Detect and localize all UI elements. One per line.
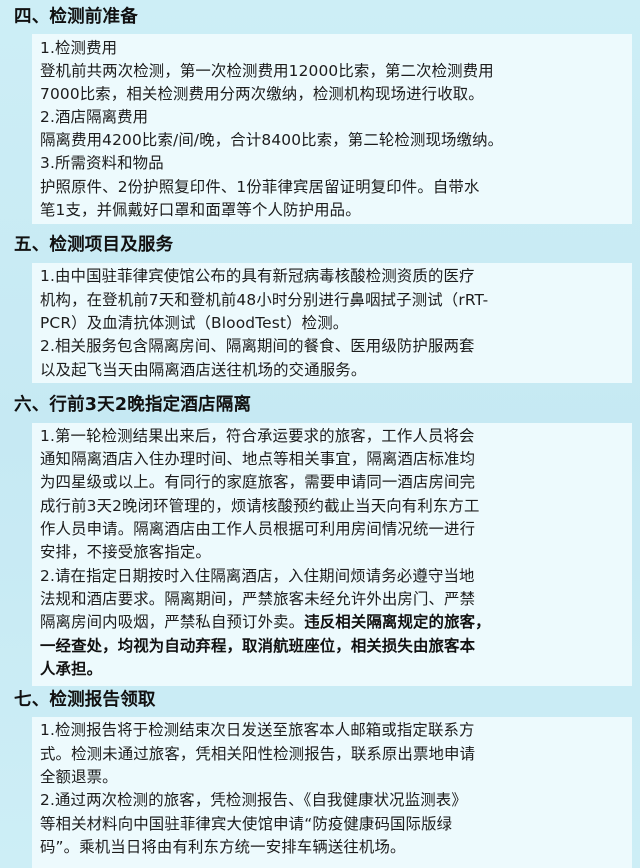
section-6-line: 2.请在指定日期按时入住隔离酒店，入住期间烦请务必遵守当地 bbox=[40, 567, 475, 585]
section-5-heading: 五、检测项目及服务 bbox=[14, 235, 174, 255]
section-7-line: 全额退票。 bbox=[40, 768, 118, 786]
section-4-line: 登机前共两次检测，第一次检测费用12000比索，第二次检测费用 bbox=[40, 62, 494, 80]
section-6-bold-line: 一经查处，均视为自动弃程，取消航班座位，相关损失由旅客本 bbox=[40, 637, 476, 655]
section-5-line: 以及起飞当天由隔离酒店送往机场的交通服务。 bbox=[40, 361, 367, 379]
section-6-mixed-bold: 违反相关隔离规定的旅客， bbox=[304, 613, 491, 631]
section-7-line: 2.通过两次检测的旅客，凭检测报告、《自我健康状况监测表》 bbox=[40, 791, 467, 809]
section-5-line: PCR）及血清抗体测试（BloodTest）检测。 bbox=[40, 314, 349, 332]
section-6-line: 1.第一轮检测结果出来后，符合承运要求的旅客，工作人员将会 bbox=[40, 427, 475, 445]
section-6-line: 法规和酒店要求。隔离期间，严禁旅客未经允许外出房门、严禁 bbox=[40, 590, 476, 608]
section-6-mixed-line: 隔离房间内吸烟，严禁私自预订外卖。违反相关隔离规定的旅客， bbox=[40, 611, 491, 633]
section-6-mixed-normal: 隔离房间内吸烟，严禁私自预订外卖。 bbox=[40, 613, 305, 631]
section-7-line: 1.检测报告将于检测结束次日发送至旅客本人邮箱或指定联系方 bbox=[40, 721, 475, 739]
section-6-line: 成行前3天2晚闭环管理的，烦请核酸预约截止当天向有利东方工 bbox=[40, 497, 480, 515]
section-4-line: 3.所需资料和物品 bbox=[40, 154, 164, 172]
section-7-heading: 七、检测报告领取 bbox=[14, 690, 156, 710]
section-6-bold-line: 人承担。 bbox=[40, 660, 103, 678]
section-4-line: 1.检测费用 bbox=[40, 39, 118, 57]
section-7-line: 等相关材料向中国驻菲律宾大使馆申请“防疫健康码国际版绿 bbox=[40, 815, 453, 833]
section-7-line: 码”。乘机当日将由有利东方统一安排车辆送往机场。 bbox=[40, 838, 406, 856]
section-5-line: 机构，在登机前7天和登机前48小时分别进行鼻咽拭子测试（rRT- bbox=[40, 291, 489, 309]
section-6-line: 安排，不接受旅客指定。 bbox=[40, 543, 211, 561]
section-4-line: 隔离费用4200比索/间/晚，合计8400比索，第二轮检测现场缴纳。 bbox=[40, 131, 504, 149]
section-6-line: 为四星级或以上。有同行的家庭旅客，需要申请同一酒店房间完 bbox=[40, 473, 476, 491]
section-4-line: 2.酒店隔离费用 bbox=[40, 108, 149, 126]
section-6-heading: 六、行前3天2晚指定酒店隔离 bbox=[14, 395, 252, 415]
section-6-line: 作人员申请。隔离酒店由工作人员根据可利用房间情况统一进行 bbox=[40, 520, 476, 538]
section-5-line: 1.由中国驻菲律宾使馆公布的具有新冠病毒核酸检测资质的医疗 bbox=[40, 267, 475, 285]
section-4-line: 7000比索，相关检测费用分两次缴纳，检测机构现场进行收取。 bbox=[40, 85, 484, 103]
section-5-line: 2.相关服务包含隔离房间、隔离期间的餐食、医用级防护服两套 bbox=[40, 337, 475, 355]
section-6-line: 通知隔离酒店入住办理时间、地点等相关事宜，隔离酒店标准均 bbox=[40, 450, 476, 468]
section-7-line: 式。检测未通过旅客，凭相关阳性检测报告，联系原出票地申请 bbox=[40, 745, 476, 763]
section-4-line: 笔1支，并佩戴好口罩和面罩等个人防护用品。 bbox=[40, 201, 361, 219]
section-4-heading: 四、检测前准备 bbox=[14, 7, 138, 27]
section-4-line: 护照原件、2份护照复印件、1份菲律宾居留证明复印件。自带水 bbox=[40, 178, 480, 196]
